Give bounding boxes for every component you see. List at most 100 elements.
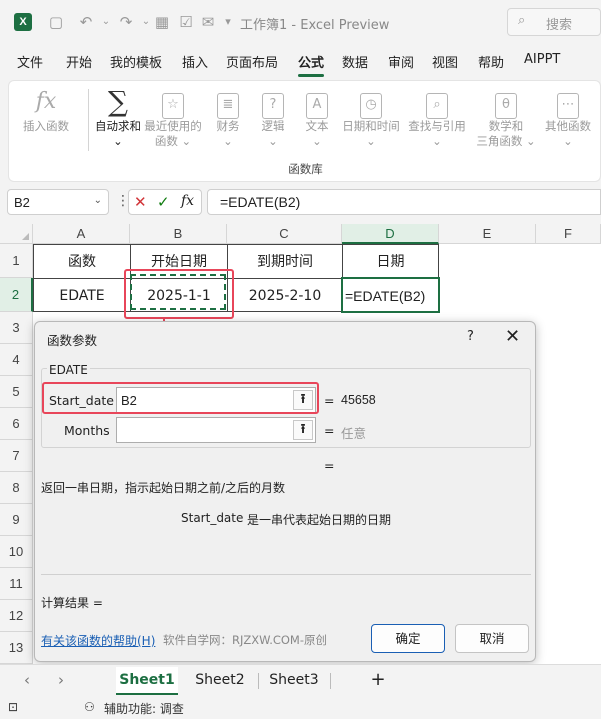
- recent-functions-button[interactable]: ☆ 最近使用的 函数 ⌄: [141, 85, 205, 149]
- next-sheet-icon[interactable]: ›: [58, 671, 64, 689]
- watermark-text: 软件自学网：RJZXW.COM-原创: [163, 633, 327, 647]
- row-header-6[interactable]: 6: [0, 408, 33, 440]
- enter-icon[interactable]: ✓: [157, 193, 170, 211]
- cell-c1[interactable]: 到期时间: [227, 244, 342, 278]
- clock-icon: ◷: [360, 93, 382, 119]
- cancel-icon[interactable]: ✕: [134, 193, 147, 211]
- close-icon[interactable]: ✕: [505, 326, 520, 347]
- menu-page-layout[interactable]: 页面布局: [226, 52, 278, 71]
- menu-aippt[interactable]: AIPPT: [524, 52, 560, 67]
- accessibility-icon[interactable]: ⚇: [84, 700, 95, 714]
- cell-a2[interactable]: EDATE: [33, 278, 130, 312]
- sheet-tab-2[interactable]: Sheet2: [190, 667, 250, 695]
- menu-review[interactable]: 审阅: [388, 52, 414, 71]
- insert-function-button[interactable]: fx 插入函数: [19, 85, 73, 134]
- row-header-11[interactable]: 11: [0, 568, 33, 600]
- text-a-icon: A: [306, 93, 328, 119]
- row-header-12[interactable]: 12: [0, 600, 33, 632]
- menu-bar: 文件 开始 我的模板 插入 页面布局 公式 数据 审阅 视图 帮助 AIPPT: [0, 48, 601, 77]
- column-header-c[interactable]: C: [227, 224, 342, 244]
- lookup-reference-button[interactable]: ⌕ 查找与引用 ⌄: [405, 85, 469, 149]
- sheet-tab-1[interactable]: Sheet1: [116, 667, 178, 695]
- cancel-button[interactable]: 取消: [455, 624, 529, 653]
- start-date-result: 45658: [341, 393, 376, 407]
- function-help-link[interactable]: 有关该函数的帮助(H): [41, 632, 155, 649]
- insert-function-icon[interactable]: fx: [181, 193, 194, 209]
- row-header-4[interactable]: 4: [0, 344, 33, 376]
- argument-name: Start_date: [181, 511, 244, 525]
- name-box-value: B2: [14, 195, 30, 210]
- prev-sheet-icon[interactable]: ‹: [24, 671, 30, 689]
- formula-buttons: ✕ ✓ fx: [128, 189, 202, 215]
- formula-input[interactable]: =EDATE(B2): [207, 189, 601, 215]
- collapse-dialog-icon[interactable]: ⭱: [293, 420, 313, 440]
- lookup-label: 查找与引用: [408, 119, 466, 133]
- undo-dropdown-icon[interactable]: ⌄: [96, 12, 116, 32]
- cell-d1[interactable]: 日期: [342, 244, 439, 278]
- cell-c2[interactable]: 2025-2-10: [227, 278, 342, 312]
- calculation-result-label: 计算结果 =: [41, 596, 103, 610]
- check-icon[interactable]: ☑: [176, 12, 196, 32]
- accessibility-status[interactable]: 辅助功能: 调查: [104, 700, 184, 717]
- column-header-e[interactable]: E: [439, 224, 536, 244]
- row-header-1[interactable]: 1: [0, 244, 33, 278]
- column-header-a[interactable]: A: [33, 224, 130, 244]
- menu-templates[interactable]: 我的模板: [110, 52, 162, 71]
- autosum-button[interactable]: ∑ 自动求和 ⌄: [87, 85, 149, 149]
- function-library-label: 函数库: [288, 162, 323, 176]
- undo-icon[interactable]: ↶: [76, 12, 96, 32]
- customize-dropdown-icon[interactable]: ▾: [218, 12, 238, 32]
- excel-logo-icon: X: [14, 13, 32, 31]
- math-trig-button[interactable]: θ 数学和 三角函数 ⌄: [473, 85, 539, 149]
- sheet-tab-3[interactable]: Sheet3: [264, 667, 324, 695]
- tab-separator: [258, 673, 259, 689]
- grid-icon[interactable]: ▦: [152, 12, 172, 32]
- star-icon: ☆: [162, 93, 184, 119]
- name-box[interactable]: B2 ⌄: [7, 189, 109, 215]
- chevron-down-icon[interactable]: ⌄: [94, 195, 102, 206]
- menu-data[interactable]: 数据: [342, 52, 368, 71]
- save-icon[interactable]: ▢: [46, 12, 66, 32]
- search-box[interactable]: ⌕ 搜索: [507, 8, 601, 36]
- menu-insert[interactable]: 插入: [182, 52, 208, 71]
- date-time-dropdown: ⌄: [366, 134, 376, 148]
- row-header-7[interactable]: 7: [0, 440, 33, 472]
- menu-file[interactable]: 文件: [17, 52, 43, 71]
- cell-d2-active[interactable]: =EDATE(B2): [341, 277, 440, 313]
- menu-home[interactable]: 开始: [66, 52, 92, 71]
- sheet-tabs-bar: ‹ › Sheet1 Sheet2 Sheet3 +: [0, 664, 601, 696]
- date-time-button[interactable]: ◷ 日期和时间 ⌄: [339, 85, 403, 149]
- recent-label-2: 函数 ⌄: [154, 134, 192, 148]
- select-all-corner[interactable]: [0, 224, 33, 244]
- months-input[interactable]: ⭱: [116, 417, 316, 443]
- more-dropdown: ⌄: [563, 134, 573, 148]
- add-sheet-button[interactable]: +: [364, 667, 392, 695]
- ok-button[interactable]: 确定: [371, 624, 445, 653]
- redo-icon[interactable]: ↷: [116, 12, 136, 32]
- row-header-10[interactable]: 10: [0, 536, 33, 568]
- annotation-box-start-date: [42, 382, 319, 414]
- row-header-8[interactable]: 8: [0, 472, 33, 504]
- text-button[interactable]: A 文本 ⌄: [298, 85, 336, 149]
- row-header-3[interactable]: 3: [0, 312, 33, 344]
- row-header-5[interactable]: 5: [0, 376, 33, 408]
- menu-help[interactable]: 帮助: [478, 52, 504, 71]
- row-header-2[interactable]: 2: [0, 278, 33, 312]
- row-header-13[interactable]: 13: [0, 632, 33, 664]
- column-header-f[interactable]: F: [536, 224, 601, 244]
- financial-button[interactable]: ≣ 财务 ⌄: [209, 85, 247, 149]
- envelope-icon[interactable]: ✉: [198, 12, 218, 32]
- column-header-d[interactable]: D: [342, 224, 439, 244]
- menu-formulas[interactable]: 公式: [298, 52, 324, 71]
- window-title: 工作簿1 - Excel Preview: [240, 18, 390, 33]
- row-header-9[interactable]: 9: [0, 504, 33, 536]
- annotation-box-b2: [124, 269, 234, 319]
- search-icon: ⌕: [518, 13, 526, 28]
- column-header-b[interactable]: B: [130, 224, 227, 244]
- date-time-label: 日期和时间: [342, 119, 400, 133]
- dialog-help-button[interactable]: ?: [467, 329, 474, 344]
- menu-view[interactable]: 视图: [432, 52, 458, 71]
- cell-a1[interactable]: 函数: [33, 244, 130, 278]
- more-functions-button[interactable]: ⋯ 其他函数 ⌄: [539, 85, 597, 149]
- logical-button[interactable]: ? 逻辑 ⌄: [254, 85, 292, 149]
